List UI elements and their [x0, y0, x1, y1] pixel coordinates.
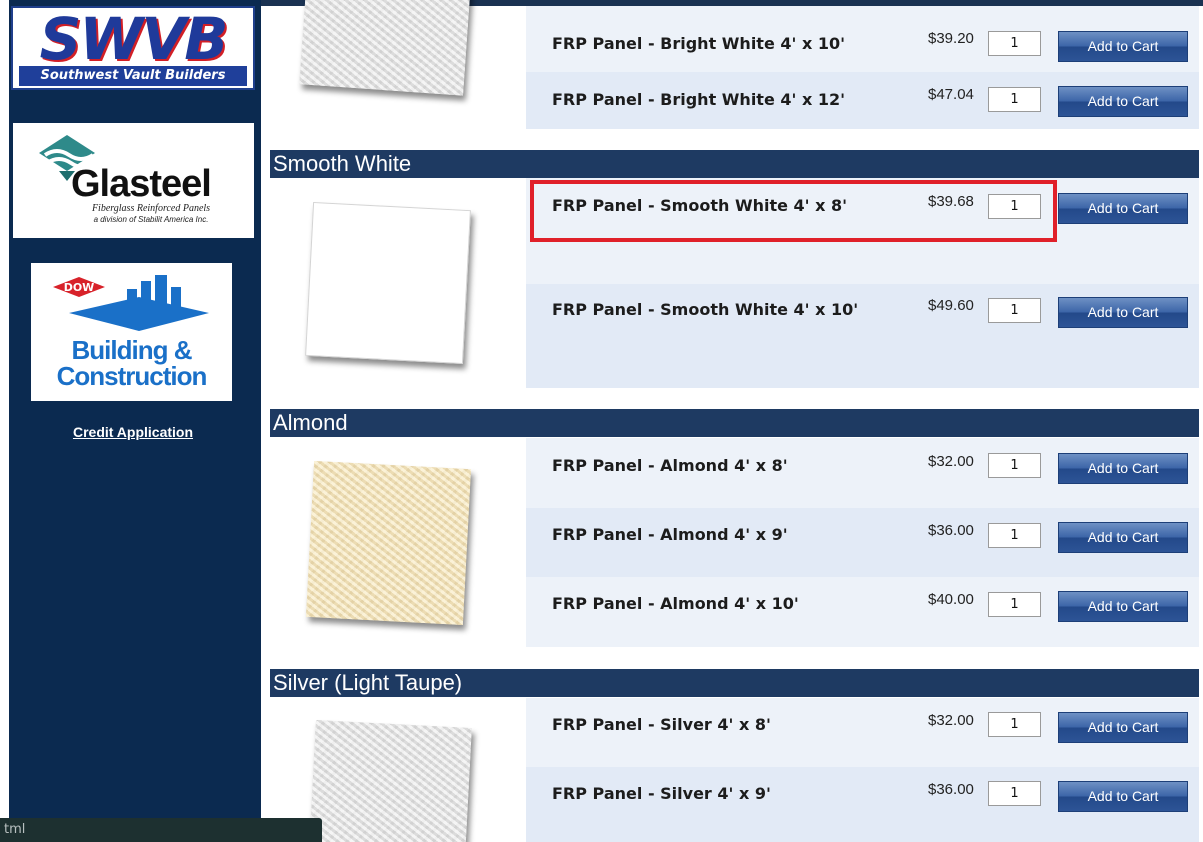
product-row-almond-8: FRP Panel - Almond 4' x 8' $32.00 1 Add … — [526, 438, 1199, 508]
product-price: $49.60 — [928, 297, 974, 314]
product-row-bright-white-12: FRP Panel - Bright White 4' x 12' $47.04… — [526, 72, 1199, 129]
quantity-input[interactable]: 1 — [988, 592, 1041, 617]
bright-white-swatch — [299, 0, 471, 96]
product-row-silver-9: FRP Panel - Silver 4' x 9' $36.00 1 Add … — [526, 767, 1199, 842]
add-to-cart-button[interactable]: Add to Cart — [1058, 193, 1188, 224]
product-row-almond-9: FRP Panel - Almond 4' x 9' $36.00 1 Add … — [526, 508, 1199, 577]
browser-status-bar: tml — [0, 818, 322, 842]
category-header-smooth-white: Smooth White — [270, 150, 1199, 178]
status-url-text: tml — [4, 822, 26, 837]
product-row-silver-8: FRP Panel - Silver 4' x 8' $32.00 1 Add … — [526, 698, 1199, 767]
category-header-almond: Almond — [270, 409, 1199, 437]
product-name: FRP Panel - Silver 4' x 9' — [552, 784, 771, 803]
quantity-input[interactable]: 1 — [988, 298, 1041, 323]
add-to-cart-button[interactable]: Add to Cart — [1058, 31, 1188, 62]
quantity-input[interactable]: 1 — [988, 453, 1041, 478]
glasteel-division: a division of Stabilit America Inc. — [93, 215, 209, 224]
product-name: FRP Panel - Bright White 4' x 12' — [552, 90, 846, 109]
dow-logo[interactable]: DOW Building & Construction — [31, 263, 232, 401]
add-to-cart-button[interactable]: Add to Cart — [1058, 86, 1188, 117]
product-price: $32.00 — [928, 453, 974, 470]
quantity-input[interactable]: 1 — [988, 712, 1041, 737]
dow-badge-text: DOW — [64, 281, 95, 294]
product-row-smooth-white-10: FRP Panel - Smooth White 4' x 10' $49.60… — [526, 284, 1199, 388]
silver-swatch — [308, 720, 472, 842]
credit-application-link[interactable]: Credit Application — [30, 424, 236, 440]
dow-line1: Building & — [71, 335, 193, 365]
quantity-input[interactable]: 1 — [988, 781, 1041, 806]
product-price: $47.04 — [928, 86, 974, 103]
product-price: $32.00 — [928, 712, 974, 729]
add-to-cart-button[interactable]: Add to Cart — [1058, 712, 1188, 743]
product-row-bright-white-10: FRP Panel - Bright White 4' x 10' $39.20… — [526, 6, 1199, 72]
sidebar-edge — [0, 0, 9, 842]
product-price: $40.00 — [928, 591, 974, 608]
product-name: FRP Panel - Bright White 4' x 10' — [552, 34, 846, 53]
add-to-cart-button[interactable]: Add to Cart — [1058, 522, 1188, 553]
glasteel-tagline: Fiberglass Reinforced Panels — [91, 203, 211, 214]
product-name: FRP Panel - Almond 4' x 8' — [552, 456, 788, 475]
category-header-silver: Silver (Light Taupe) — [270, 669, 1199, 697]
product-name: FRP Panel - Silver 4' x 8' — [552, 715, 771, 734]
quantity-input[interactable]: 1 — [988, 31, 1041, 56]
product-name: FRP Panel - Almond 4' x 9' — [552, 525, 788, 544]
product-row-almond-10: FRP Panel - Almond 4' x 10' $40.00 1 Add… — [526, 577, 1199, 647]
product-price: $36.00 — [928, 781, 974, 798]
swvb-logo-letters: SWVB — [39, 5, 229, 73]
glasteel-name: Glasteel — [71, 163, 212, 205]
add-to-cart-button[interactable]: Add to Cart — [1058, 591, 1188, 622]
add-to-cart-button[interactable]: Add to Cart — [1058, 781, 1188, 812]
product-price: $39.20 — [928, 30, 974, 47]
add-to-cart-button[interactable]: Add to Cart — [1058, 297, 1188, 328]
add-to-cart-button[interactable]: Add to Cart — [1058, 453, 1188, 484]
product-price: $36.00 — [928, 522, 974, 539]
swvb-logo-subtitle: Southwest Vault Builders — [40, 68, 226, 83]
product-name: FRP Panel - Almond 4' x 10' — [552, 594, 799, 613]
smooth-white-swatch — [305, 201, 471, 365]
swvb-logo[interactable]: SWVB Southwest Vault Builders — [11, 6, 255, 90]
dow-building-icon: DOW — [53, 275, 209, 331]
product-name: FRP Panel - Smooth White 4' x 10' — [552, 300, 859, 319]
quantity-input[interactable]: 1 — [988, 87, 1041, 112]
almond-swatch — [306, 460, 471, 626]
quantity-input[interactable]: 1 — [988, 523, 1041, 548]
glasteel-logo[interactable]: Glasteel Fiberglass Reinforced Panels a … — [13, 123, 254, 238]
dow-line2: Construction — [56, 361, 208, 391]
selection-highlight — [530, 180, 1057, 242]
dow-building-construction: Building & Construction — [31, 337, 232, 389]
